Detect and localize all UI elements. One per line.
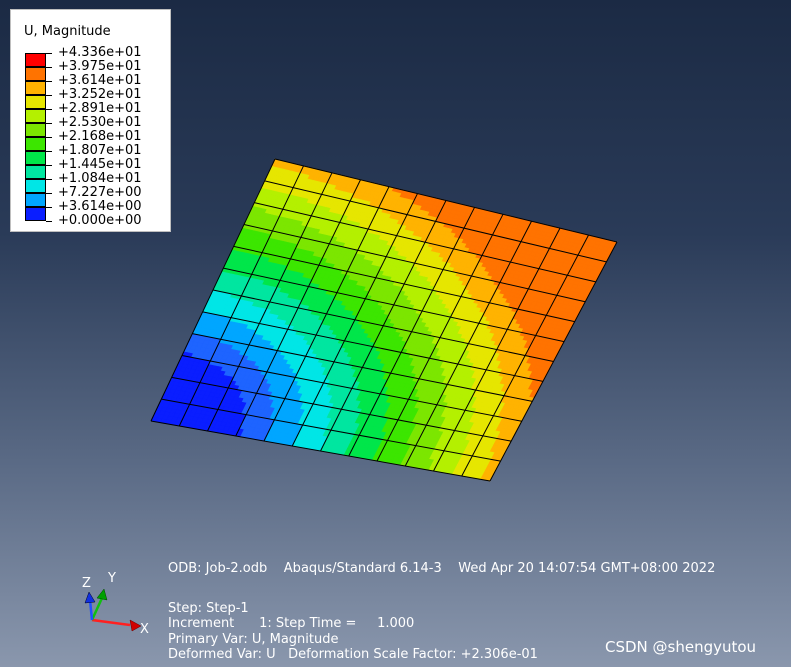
mesh-cells	[150, 158, 618, 482]
